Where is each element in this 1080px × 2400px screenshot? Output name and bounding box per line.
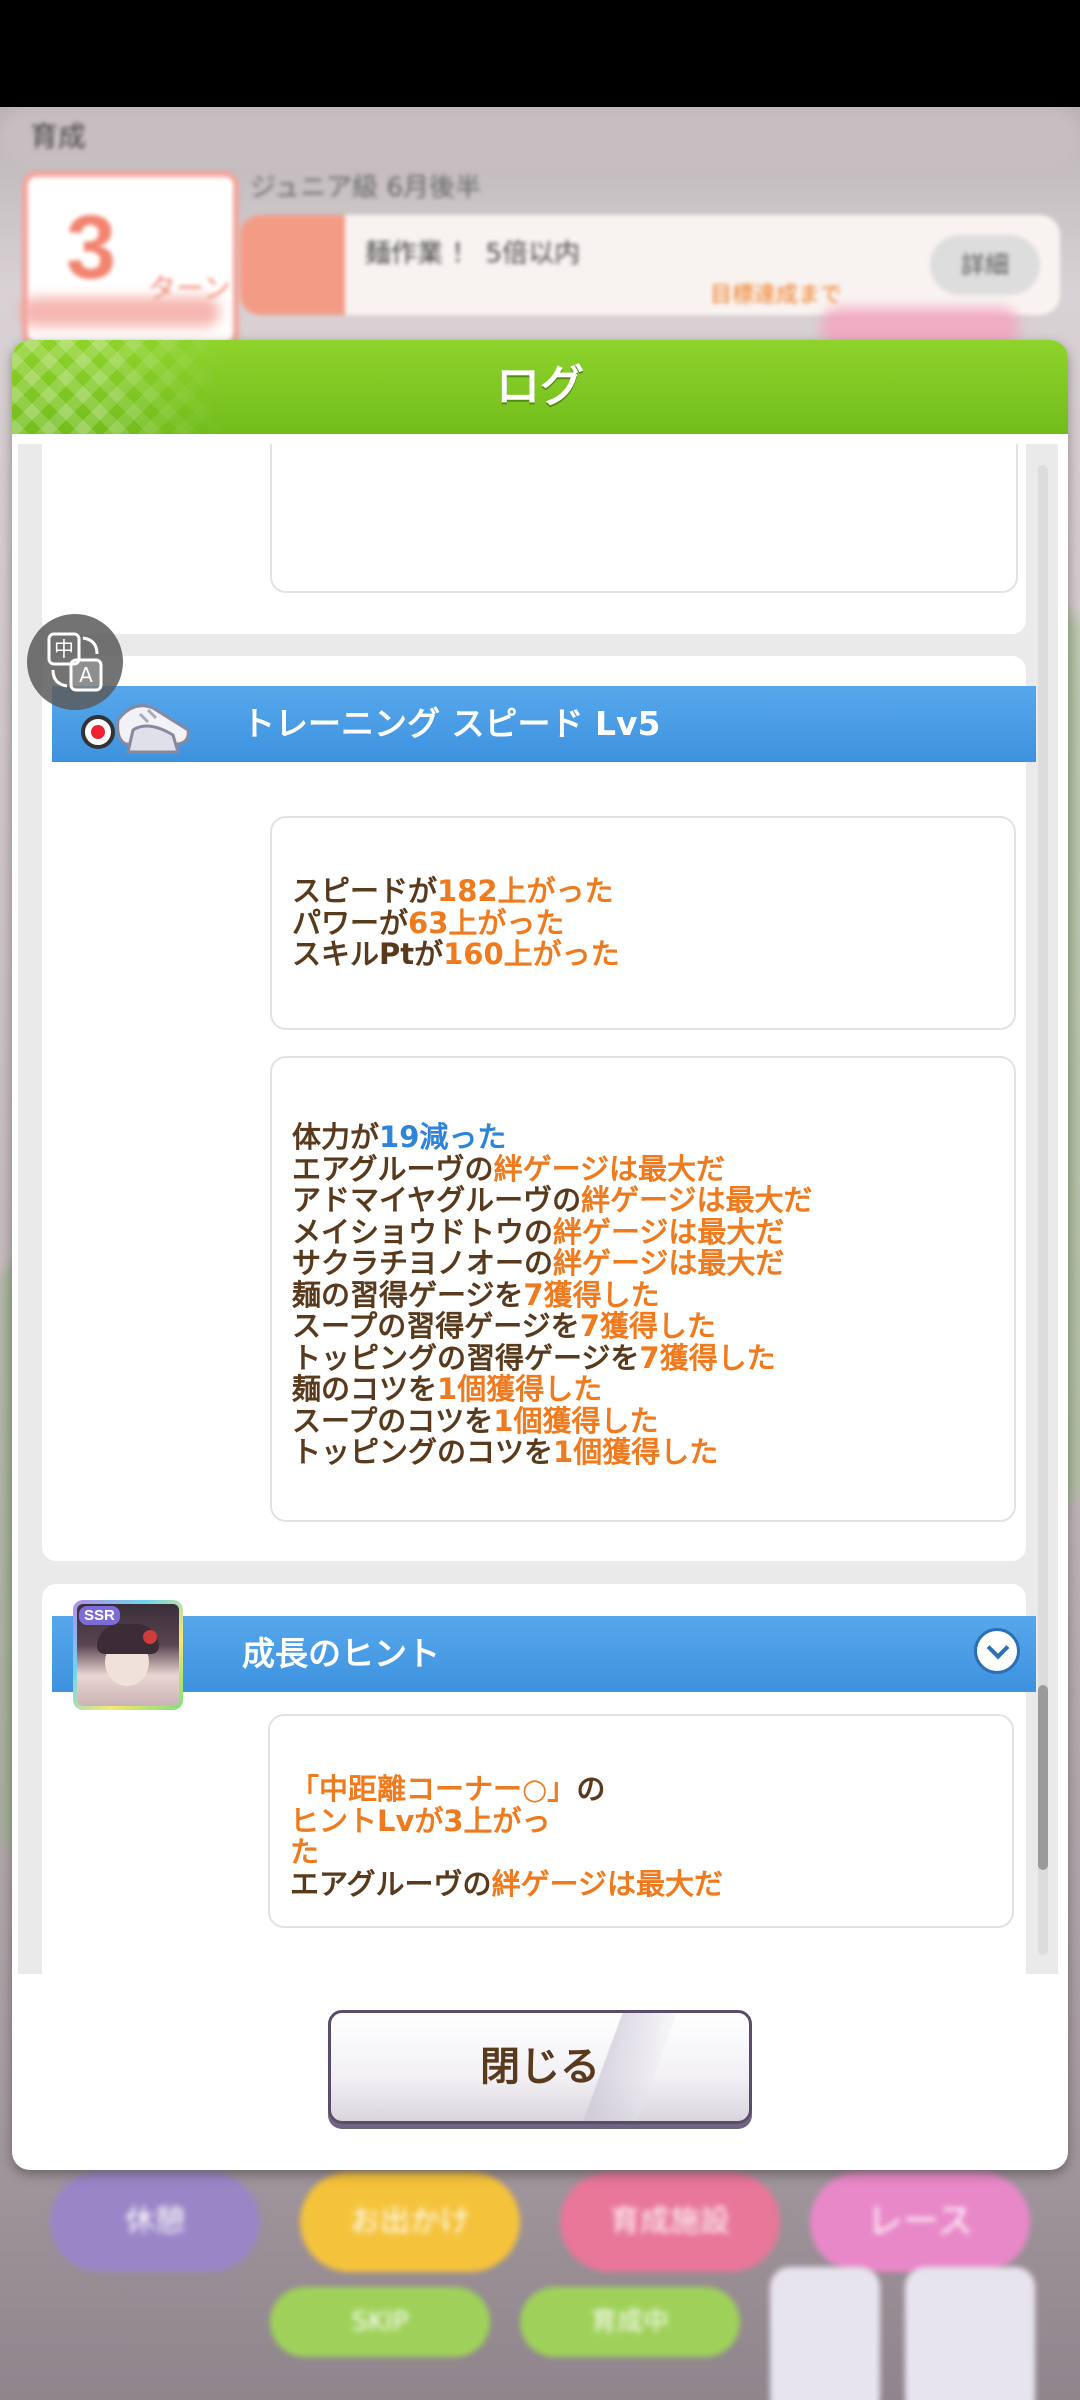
- goal-subtext: 目標達成まで: [710, 283, 843, 308]
- log-line-value: 7獲得した: [639, 1340, 776, 1375]
- log-line-subject: 体力が: [292, 1120, 380, 1154]
- log-line-subject: パワーが: [292, 905, 409, 940]
- log-line-value: 182上がった: [437, 874, 614, 908]
- entry-header-label: 成長のヒント: [242, 1634, 440, 1673]
- log-line-subject: 麺の習得ゲージを: [292, 1277, 524, 1312]
- log-line: トッピングのコツを1個獲得した: [292, 1435, 813, 1469]
- support-card-portrait: SSR: [73, 1600, 183, 1710]
- log-line-subject: スープの習得ゲージを: [292, 1309, 580, 1343]
- log-line-subject: た: [290, 1835, 320, 1869]
- turn-label: 育成: [30, 120, 87, 153]
- log-line-subject: トッピングの習得ゲージを: [292, 1340, 640, 1375]
- dialog-header: ログ: [12, 340, 1068, 434]
- entry-header-training: トレーニング スピード Lv5: [52, 686, 1036, 762]
- log-line-value: 絆ゲージは最大だ: [553, 1214, 785, 1249]
- turn-number: 3: [66, 198, 117, 298]
- log-line-value: 63上がった: [408, 905, 565, 940]
- log-line: ヒントLvが3上がっ: [290, 1803, 723, 1838]
- log-line: パワーが63上がった: [292, 905, 620, 940]
- translate-icon[interactable]: 中 A: [27, 614, 123, 710]
- log-line-subject: エアグルーヴの: [290, 1866, 492, 1901]
- log-button-bg: [770, 2267, 880, 2400]
- svg-text:A: A: [79, 663, 93, 687]
- log-line: アドマイヤグルーヴの絆ゲージは最大だ: [292, 1183, 813, 1217]
- log-entry-box: スピードが182上がった パワーが63上がった スキルPtが160上がった: [270, 816, 1016, 1030]
- log-line: トッピングの習得ゲージを7獲得した: [292, 1340, 813, 1375]
- ssr-badge: SSR: [79, 1606, 120, 1625]
- log-line-subject: スピードが: [292, 874, 438, 908]
- log-entry-box: 体力が19減った エアグルーヴの絆ゲージは最大だ アドマイヤグルーヴの絆ゲージは最大…: [270, 1056, 1016, 1522]
- goal-text: 麺作業 ！ 5倍以内: [365, 239, 581, 269]
- entry-header-label: トレーニング スピード Lv5: [242, 704, 661, 743]
- log-scroll-area[interactable]: スピードが182上がった パワーが63上がった スキルPtが160上がった 体力が1…: [18, 444, 1058, 1974]
- skip-button-bg: SKIP: [270, 2287, 490, 2357]
- close-button-label: 閉じる: [480, 2044, 600, 2090]
- log-line: サクラチヨノオーの絆ゲージは最大だ: [292, 1246, 813, 1280]
- entry-header-hint[interactable]: 成長のヒント: [52, 1616, 1036, 1692]
- log-line: メイショウドトウの絆ゲージは最大だ: [292, 1214, 813, 1249]
- log-line: スキルPtが160上がった: [292, 937, 620, 971]
- dialog-title: ログ: [496, 361, 584, 412]
- log-line: スープのコツを1個獲得した: [292, 1403, 813, 1438]
- log-line-subject: エアグルーヴの: [292, 1151, 494, 1186]
- log-line-value: 1個獲得した: [493, 1403, 659, 1438]
- goal-detail-button: 詳細: [930, 235, 1040, 295]
- log-line-subject: トッピングのコツを: [292, 1435, 554, 1469]
- facility-button-bg: 育成施設: [560, 2172, 780, 2272]
- log-line-value: 19減った: [379, 1120, 507, 1154]
- log-section-training: スピードが182上がった パワーが63上がった スキルPtが160上がった 体力が1…: [42, 656, 1026, 1561]
- log-line-subject: スキルPtが: [292, 937, 444, 971]
- log-line: 体力が19減った: [292, 1120, 813, 1154]
- goal-notice: 麺作業 ！ 5倍以内 目標達成まで 詳細: [240, 215, 1060, 315]
- chevron-down-icon[interactable]: [974, 1628, 1020, 1674]
- log-line-subject: ヒントLvが3上がっ: [290, 1803, 551, 1838]
- log-line: エアグルーヴの絆ゲージは最大だ: [290, 1866, 723, 1901]
- log-entry-box: [270, 444, 1018, 593]
- log-line: 麺のコツを1個獲得した: [292, 1372, 813, 1406]
- menu-button-bg: [905, 2267, 1035, 2400]
- auto-button-bg: 育成中: [520, 2287, 740, 2357]
- log-line-value: 絆ゲージは最大だ: [491, 1866, 723, 1901]
- close-button[interactable]: 閉じる: [328, 2010, 752, 2124]
- rest-button-bg: 休憩: [50, 2172, 260, 2272]
- log-line-value: 1個獲得した: [553, 1435, 719, 1469]
- log-line-value: の: [576, 1772, 606, 1806]
- log-section-previous: [42, 444, 1026, 634]
- log-line-value: 7獲得した: [579, 1309, 716, 1343]
- log-line-subject: スープのコツを: [292, 1403, 494, 1438]
- log-line-value: 絆ゲージは最大だ: [581, 1183, 813, 1217]
- log-line-subject: アドマイヤグルーヴの: [292, 1183, 582, 1217]
- log-line-value: 1個獲得した: [437, 1372, 603, 1406]
- log-line-value: 絆ゲージは最大だ: [493, 1151, 725, 1186]
- log-line-value: 絆ゲージは最大だ: [553, 1246, 785, 1280]
- scrollbar-thumb[interactable]: [1038, 1685, 1048, 1870]
- log-line: エアグルーヴの絆ゲージは最大だ: [292, 1151, 813, 1186]
- log-line: スピードが182上がった: [292, 874, 620, 908]
- log-line: た: [290, 1835, 723, 1869]
- status-bar: [0, 0, 1080, 107]
- outing-button-bg: お出かけ: [300, 2172, 520, 2272]
- log-line: 「中距離コーナー○」の: [290, 1772, 723, 1806]
- log-line-subject: 麺のコツを: [292, 1372, 438, 1406]
- log-line-value: 7獲得した: [523, 1277, 660, 1312]
- svg-text:中: 中: [54, 637, 74, 661]
- log-entry-box: 「中距離コーナー○」の ヒントLvが3上がったエアグルーヴの絆ゲージは最大だ: [268, 1714, 1014, 1928]
- log-line: スープの習得ゲージを7獲得した: [292, 1309, 813, 1343]
- log-dialog: ログ スピードが182上がった パワーが63上がった スキルPtが160上がった 体…: [12, 340, 1068, 2170]
- log-line-subject: メイショウドトウの: [292, 1214, 554, 1249]
- race-button-bg: レース: [810, 2172, 1030, 2272]
- log-line-subject: サクラチヨノオーの: [292, 1246, 554, 1280]
- log-line-subject: 「中距離コーナー○」: [290, 1772, 577, 1806]
- log-line-value: 160上がった: [443, 937, 620, 971]
- log-line: 麺の習得ゲージを7獲得した: [292, 1277, 813, 1312]
- date-label: ジュニア級 6月後半: [250, 173, 481, 203]
